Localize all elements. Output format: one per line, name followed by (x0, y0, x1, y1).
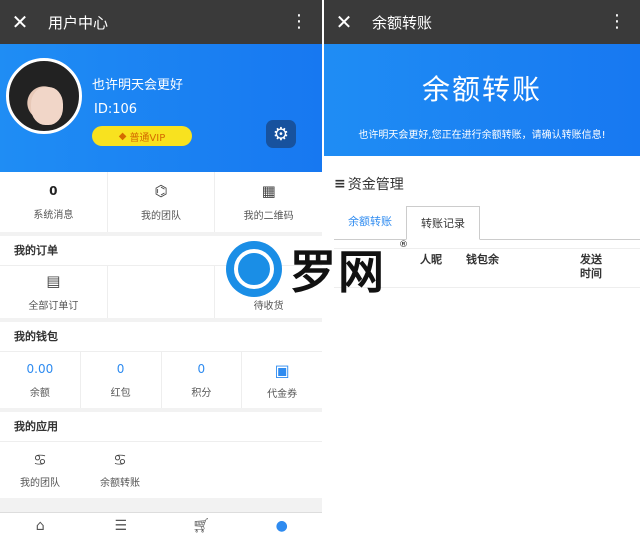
col-send-time: 发送时间 (580, 253, 602, 280)
my-qrcode-label: 我的二维码 (243, 210, 294, 222)
watermark-logo-icon (226, 241, 282, 297)
registered-mark: ® (399, 240, 408, 250)
col-wallet-balance: 钱包余 (466, 253, 499, 266)
system-messages-label: 系统消息 (33, 209, 74, 221)
red-packet-label: 红包 (110, 387, 131, 399)
watermark: 罗网 ® (226, 236, 416, 302)
app-my-team[interactable]: ♋ 我的团队 (0, 442, 80, 498)
apps-row: ♋ 我的团队 ♋ 余额转账 (0, 442, 322, 498)
col-nickname: 人昵 (420, 253, 442, 266)
system-messages[interactable]: 0 系统消息 (0, 172, 108, 232)
order-item-2[interactable] (108, 266, 216, 318)
settings-gear-icon[interactable]: ⚙ (266, 120, 296, 148)
my-team[interactable]: ⌬ 我的团队 (108, 172, 216, 232)
username: 也许明天会更好 (92, 78, 184, 93)
fund-management-title: 资金管理 (347, 177, 404, 193)
qrcode-icon: ▦ (261, 181, 276, 200)
app-my-team-label: 我的团队 (20, 477, 60, 489)
red-packet-value: 0 (116, 361, 125, 376)
close-icon[interactable]: ✕ (326, 10, 362, 34)
transfer-tabs: 余额转账 转账记录 (334, 204, 640, 240)
team-tree-icon: ⌬ (154, 181, 168, 200)
fund-management-header: ≡ 资金管理 (324, 164, 640, 204)
profile-header: 也许明天会更好 ID:106 ◆ 普通VIP ⚙ (0, 44, 322, 172)
user-id: ID:106 (94, 102, 138, 117)
top-bar: ✕ 用户中心 ⋮ (0, 0, 322, 44)
voucher[interactable]: ▣ 代金券 (242, 352, 322, 408)
my-qrcode[interactable]: ▦ 我的二维码 (215, 172, 322, 232)
points[interactable]: 0 积分 (162, 352, 243, 408)
all-orders-label: 全部订单订 (28, 300, 79, 312)
balance-value: 0.00 (26, 361, 54, 376)
message-count: 0 (49, 183, 58, 198)
octopus-icon: ♋ (33, 450, 47, 469)
points-value: 0 (197, 361, 206, 376)
octopus-icon: ♋ (113, 450, 127, 469)
tab-balance-transfer[interactable]: 余额转账 (334, 205, 406, 239)
watermark-text: 罗网 (290, 245, 386, 299)
apps-title: 我的应用 (0, 412, 322, 442)
wallet-title: 我的钱包 (0, 322, 322, 352)
banner-subtitle: 也许明天会更好,您正在进行余额转账，请确认转账信息! (358, 130, 606, 141)
top-bar: ✕ 余额转账 ⋮ (324, 0, 640, 44)
vip-badge[interactable]: ◆ 普通VIP (92, 126, 192, 146)
vip-label: 普通VIP (129, 132, 166, 144)
red-packet[interactable]: 0 红包 (81, 352, 162, 408)
close-icon[interactable]: ✕ (2, 10, 38, 34)
app-balance-transfer[interactable]: ♋ 余额转账 (80, 442, 160, 498)
page-title: 用户中心 (48, 13, 109, 32)
user-icon[interactable]: ● (242, 513, 323, 538)
voucher-label: 代金券 (267, 388, 298, 400)
bottom-nav: ⌂ ☰ 🛒︎ ● (0, 512, 322, 538)
balance-label: 余额 (29, 387, 50, 399)
home-icon[interactable]: ⌂ (0, 513, 81, 538)
more-menu-icon[interactable]: ⋮ (608, 10, 626, 34)
list-icon[interactable]: ☰ (81, 513, 162, 538)
order-list-icon: ▤ (46, 271, 61, 290)
page-title: 余额转账 (372, 13, 433, 32)
avatar[interactable] (6, 58, 82, 134)
transfer-banner: 余额转账 也许明天会更好,您正在进行余额转账，请确认转账信息! (324, 44, 640, 156)
quick-stats: 0 系统消息 ⌬ 我的团队 ▦ 我的二维码 (0, 172, 322, 232)
points-label: 积分 (191, 387, 212, 399)
more-menu-icon[interactable]: ⋮ (290, 10, 308, 34)
my-team-label: 我的团队 (141, 210, 181, 222)
diamond-icon: ◆ (118, 130, 127, 142)
voucher-icon: ▣ (274, 360, 290, 380)
wallet-row: 0.00 余额 0 红包 0 积分 ▣ 代金券 (0, 352, 322, 408)
menu-lines-icon: ≡ (334, 176, 346, 192)
cart-icon[interactable]: 🛒︎ (161, 513, 242, 538)
all-orders[interactable]: ▤ 全部订单订 (0, 266, 108, 318)
balance[interactable]: 0.00 余额 (0, 352, 81, 408)
tab-transfer-records[interactable]: 转账记录 (406, 206, 480, 240)
banner-title: 余额转账 (421, 73, 542, 106)
app-balance-transfer-label: 余额转账 (100, 477, 140, 489)
